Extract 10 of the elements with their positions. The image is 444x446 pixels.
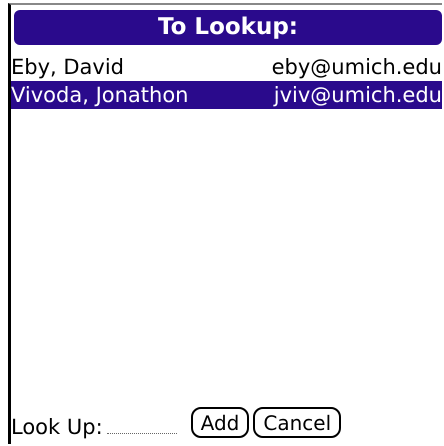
action-button[interactable]: Add: [190, 407, 250, 438]
contact-row[interactable]: Vivoda, Jonathon jviv@umich.edu: [11, 81, 442, 109]
contact-name: Vivoda, Jonathon: [11, 82, 188, 109]
title-bar: To Lookup:: [14, 10, 442, 45]
contact-email: eby@umich.edu: [272, 54, 442, 81]
contact-name: Eby, David: [11, 54, 124, 81]
action-button[interactable]: Cancel: [253, 407, 342, 438]
lookup-label: Look Up:: [11, 414, 103, 440]
contact-row[interactable]: Eby, David eby@umich.edu: [11, 53, 442, 81]
contact-email: jviv@umich.edu: [274, 82, 442, 109]
